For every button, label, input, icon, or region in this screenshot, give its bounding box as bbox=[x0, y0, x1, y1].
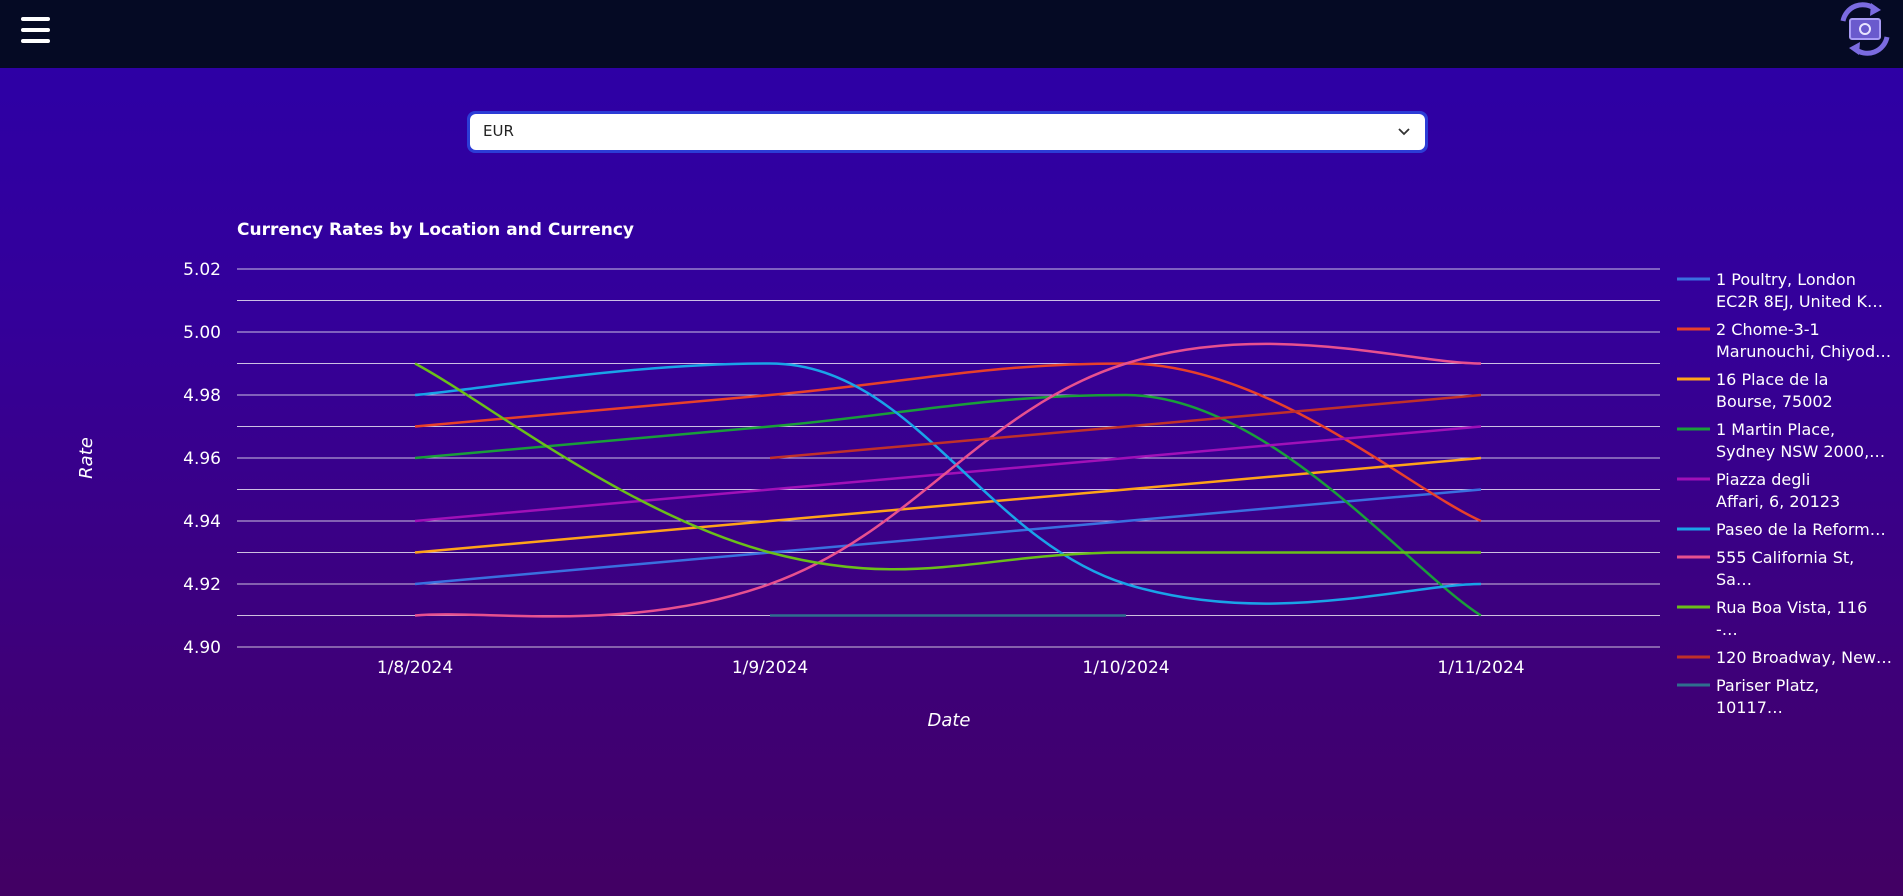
y-tick-label: 4.96 bbox=[183, 449, 221, 469]
x-axis-label: Date bbox=[927, 710, 970, 731]
legend-label: Marunouchi, Chiyod… bbox=[1716, 342, 1891, 361]
legend-label: Affari, 6, 20123 bbox=[1716, 492, 1840, 511]
legend-label: 1 Poultry, London bbox=[1716, 270, 1856, 289]
legend-label: Pariser Platz, bbox=[1716, 676, 1819, 695]
series-line bbox=[414, 425, 1482, 523]
legend-item[interactable]: Paseo de la Reform… bbox=[1677, 520, 1886, 539]
legend-label: Bourse, 75002 bbox=[1716, 392, 1833, 411]
y-tick-label: 4.94 bbox=[183, 512, 221, 532]
legend-item[interactable]: 1 Martin Place, Sydney NSW 2000,… bbox=[1677, 420, 1885, 461]
legend-label: EC2R 8EJ, United K… bbox=[1716, 292, 1883, 311]
x-tick-label: 1/8/2024 bbox=[377, 658, 453, 678]
y-tick-label: 4.98 bbox=[183, 386, 221, 406]
x-tick-label: 1/9/2024 bbox=[732, 658, 808, 678]
legend-item[interactable]: Piazza degli Affari, 6, 20123 bbox=[1677, 470, 1840, 511]
legend-label: 2 Chome-3-1 bbox=[1716, 320, 1820, 339]
x-tick-label: 1/10/2024 bbox=[1082, 658, 1169, 678]
y-axis-label: Rate bbox=[76, 437, 97, 479]
x-tick-label: 1/11/2024 bbox=[1437, 658, 1524, 678]
legend-label: Piazza degli bbox=[1716, 470, 1810, 489]
legend-label: Sa… bbox=[1716, 570, 1752, 589]
legend-label: Paseo de la Reform… bbox=[1716, 520, 1886, 539]
legend-label: 16 Place de la bbox=[1716, 370, 1828, 389]
y-tick-label: 5.00 bbox=[183, 323, 221, 343]
y-tick-label: 4.92 bbox=[183, 575, 221, 595]
series-line bbox=[414, 488, 1482, 586]
legend-label: 1 Martin Place, bbox=[1716, 420, 1835, 439]
legend-label: -… bbox=[1716, 620, 1738, 639]
legend-label: 555 California St, bbox=[1716, 548, 1854, 567]
legend-item[interactable]: 2 Chome-3-1 Marunouchi, Chiyod… bbox=[1677, 320, 1891, 361]
legend-item[interactable]: 16 Place de la Bourse, 75002 bbox=[1677, 370, 1833, 411]
y-tick-label: 4.90 bbox=[183, 638, 221, 658]
legend-item[interactable]: Rua Boa Vista, 116 -… bbox=[1677, 598, 1867, 639]
legend-item[interactable]: 1 Poultry, London EC2R 8EJ, United K… bbox=[1677, 270, 1883, 311]
legend-item[interactable]: 555 California St, Sa… bbox=[1677, 548, 1854, 589]
legend-label: Sydney NSW 2000,… bbox=[1716, 442, 1885, 461]
y-tick-label: 5.02 bbox=[183, 260, 221, 280]
legend-item[interactable]: 120 Broadway, New… bbox=[1677, 648, 1892, 667]
legend-label: 120 Broadway, New… bbox=[1716, 648, 1892, 667]
legend-label: 10117… bbox=[1716, 698, 1783, 717]
line-chart: 4.90 4.92 4.94 4.96 4.98 5.00 5.02 1/8/2024 1/9/… bbox=[76, 260, 1892, 731]
legend-label: Rua Boa Vista, 116 bbox=[1716, 598, 1867, 617]
legend-item[interactable]: Pariser Platz, 10117… bbox=[1677, 676, 1819, 717]
